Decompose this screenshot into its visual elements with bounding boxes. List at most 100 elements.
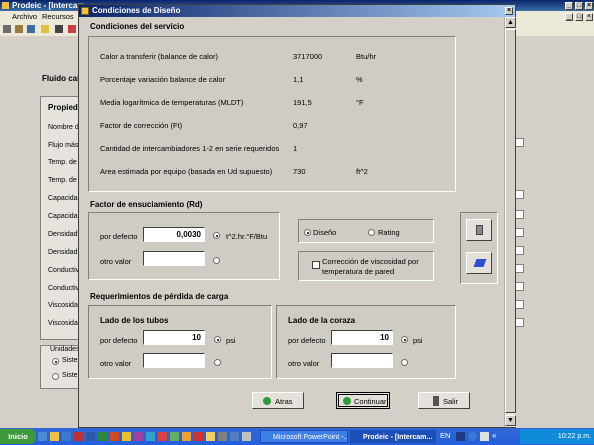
bg-checkbox[interactable] (515, 138, 524, 147)
tube-other-input[interactable] (143, 353, 205, 368)
bg-row-label: Viscosidad (48, 302, 82, 309)
shell-default-label: por defecto (288, 336, 326, 345)
desktop-icon[interactable] (38, 432, 47, 441)
child-restore-button[interactable]: □ (575, 13, 583, 21)
shell-unit: psi (413, 336, 423, 345)
maximize-button[interactable]: □ (575, 2, 583, 10)
acrobat-icon[interactable] (194, 432, 203, 441)
exit-icon[interactable] (55, 25, 63, 33)
app-icon[interactable] (456, 432, 465, 441)
chevron-left-icon[interactable]: « (492, 431, 496, 440)
bg-checkbox[interactable] (515, 210, 524, 219)
quick-launch (38, 431, 256, 442)
tube-other-radio[interactable] (214, 359, 221, 366)
back-button-label: Atras (275, 397, 293, 406)
background-window-title: Prodeic - [Intercam (12, 1, 85, 10)
open-icon[interactable] (15, 25, 23, 33)
continue-arrow-icon (343, 397, 351, 405)
dialog-close-button[interactable]: × (505, 7, 513, 15)
chart-icon[interactable] (68, 25, 76, 33)
mode-rating-label: Rating (378, 228, 400, 237)
app-icon[interactable] (242, 432, 251, 441)
shell-other-input[interactable] (331, 353, 393, 368)
heat-transfer-unit: Btu/hr (356, 52, 377, 61)
app-icon[interactable] (146, 432, 155, 441)
shell-other-radio[interactable] (401, 359, 408, 366)
help-icon[interactable] (468, 432, 477, 441)
bg-units-radio[interactable] (52, 358, 59, 365)
taskbar-item-powerpoint[interactable]: Microsoft PowerPoint -... (260, 430, 348, 443)
bg-checkbox[interactable] (515, 300, 524, 309)
scroll-up-button[interactable]: ▲ (505, 17, 516, 28)
bg-checkbox[interactable] (515, 318, 524, 327)
exit-button[interactable]: Salir (418, 392, 470, 409)
heat-balance-variation-label: Porcentaje variación balance de calor (100, 75, 226, 84)
excel-icon[interactable] (98, 432, 107, 441)
scroll-down-button[interactable]: ▼ (505, 415, 516, 426)
minimize-button[interactable]: _ (565, 2, 573, 10)
continue-button[interactable]: Continuar (336, 392, 390, 409)
back-button[interactable]: Atras (252, 392, 304, 409)
fouling-default-radio[interactable] (213, 232, 220, 239)
dialog-vertical-scrollbar[interactable]: ▲ ▼ (504, 17, 516, 427)
tray-icons-left: « (456, 431, 518, 442)
bg-checkbox[interactable] (515, 246, 524, 255)
heat-balance-variation-unit: % (356, 75, 363, 84)
app-icon[interactable] (122, 432, 131, 441)
eraser-icon (473, 259, 487, 267)
tube-default-radio[interactable] (214, 336, 221, 343)
app-icon[interactable] (480, 432, 489, 441)
fouling-other-input[interactable] (143, 251, 205, 266)
app-icon[interactable] (134, 432, 143, 441)
menu-recursos[interactable]: Recursos (42, 11, 74, 22)
bg-checkbox[interactable] (515, 228, 524, 237)
app-icon (2, 2, 9, 9)
folder-icon[interactable] (41, 25, 49, 33)
bg-row-label: Temp. de (48, 159, 77, 166)
app-icon[interactable] (206, 432, 215, 441)
app-icon[interactable] (230, 432, 239, 441)
app-icon[interactable] (74, 432, 83, 441)
app-icon[interactable] (218, 432, 227, 441)
mldt-unit: °F (356, 98, 364, 107)
fouling-default-label: por defecto (100, 232, 138, 241)
bg-row-label: Densidad ( (48, 249, 82, 256)
powerpoint-icon[interactable] (110, 432, 119, 441)
word-icon[interactable] (86, 432, 95, 441)
bg-row-label: Flujo mási (48, 142, 80, 149)
tube-default-input[interactable]: 10 (143, 330, 205, 345)
eraser-button[interactable] (466, 252, 492, 274)
bg-checkbox[interactable] (515, 264, 524, 273)
bg-row-label: Capacidad (48, 195, 82, 202)
start-button[interactable]: Inicio (0, 429, 36, 444)
mode-rating-radio[interactable] (368, 229, 375, 236)
app-icon[interactable] (182, 432, 191, 441)
menu-archivo[interactable]: Archivo (12, 11, 37, 22)
save-icon[interactable] (27, 25, 35, 33)
browser-icon[interactable] (62, 432, 71, 441)
bg-checkbox[interactable] (515, 282, 524, 291)
mode-diseno-radio[interactable] (304, 229, 311, 236)
shell-default-radio[interactable] (401, 336, 408, 343)
child-close-button[interactable]: × (585, 13, 593, 21)
bg-checkbox[interactable] (515, 190, 524, 199)
child-minimize-button[interactable]: _ (565, 13, 573, 21)
fouling-other-radio[interactable] (213, 257, 220, 264)
folder-icon[interactable] (50, 432, 59, 441)
background-section-title: Fluido cali (42, 74, 82, 83)
language-indicator[interactable]: EN (440, 431, 450, 440)
tube-default-label: por defecto (100, 336, 138, 345)
scroll-thumb[interactable] (505, 29, 516, 413)
app-icon[interactable] (170, 432, 179, 441)
bg-units-radio[interactable] (52, 373, 59, 380)
taskbar-item-prodeic[interactable]: Prodeic - [Intercam... (350, 430, 436, 443)
close-button[interactable]: × (585, 2, 593, 10)
chrome-icon[interactable] (158, 432, 167, 441)
shell-default-input[interactable]: 10 (331, 330, 393, 345)
calculator-icon (476, 225, 483, 235)
viscosity-correction-checkbox[interactable] (312, 261, 320, 269)
calculator-button[interactable] (466, 219, 492, 241)
new-icon[interactable] (3, 25, 11, 33)
clock: 10:22 p.m. (557, 433, 591, 440)
fouling-default-input[interactable]: 0,0030 (143, 227, 205, 242)
